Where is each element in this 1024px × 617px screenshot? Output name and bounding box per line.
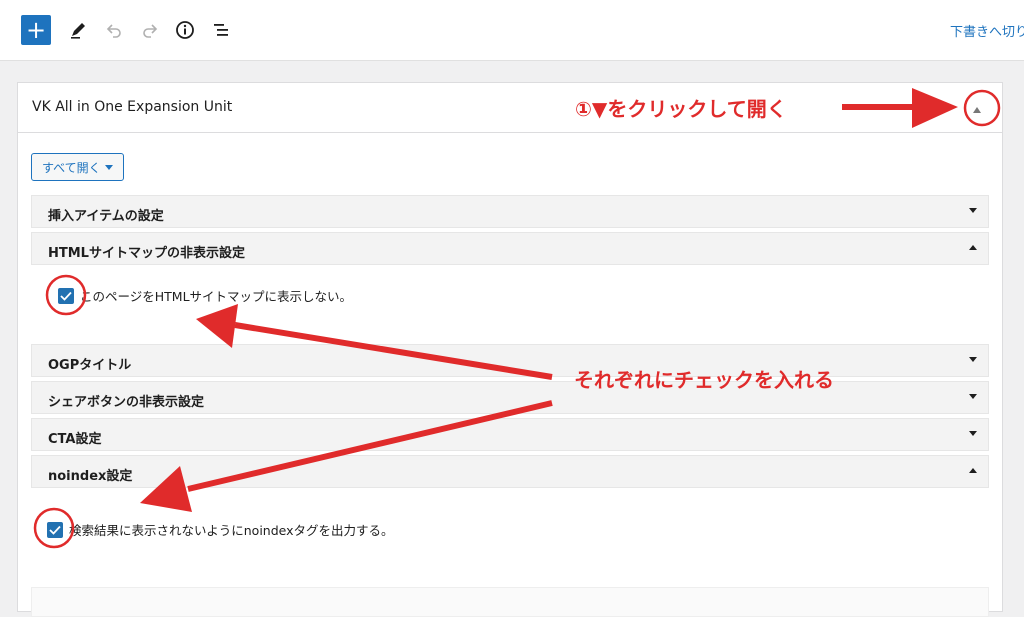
open-all-button[interactable]: すべて開く bbox=[31, 153, 124, 181]
section-label: CTA設定 bbox=[48, 432, 102, 447]
vk-expansion-metabox: VK All in One Expansion Unit すべて開く 挿入アイテ… bbox=[17, 82, 1003, 617]
pencil-icon[interactable] bbox=[64, 16, 92, 44]
section-label: noindex設定 bbox=[48, 469, 133, 484]
sitemap-hide-label[interactable]: このページをHTMLサイトマップに表示しない。 bbox=[80, 286, 352, 305]
add-block-button[interactable]: + bbox=[21, 15, 51, 45]
annotation-check-each: それぞれにチェックを入れる bbox=[574, 368, 834, 392]
section-share-buttons[interactable]: シェアボタンの非表示設定 bbox=[31, 381, 989, 414]
info-icon[interactable] bbox=[171, 16, 199, 44]
noindex-checkbox[interactable] bbox=[47, 521, 63, 538]
metabox-title: VK All in One Expansion Unit bbox=[32, 99, 233, 115]
sitemap-hide-option: このページをHTMLサイトマップに表示しない。 bbox=[58, 286, 352, 305]
switch-to-draft-link[interactable]: 下書きへ切り bbox=[950, 21, 1024, 40]
section-label: OGPタイトル bbox=[48, 358, 132, 373]
sitemap-hide-checkbox[interactable] bbox=[58, 287, 74, 304]
caret-down-icon bbox=[968, 355, 978, 365]
caret-down-icon bbox=[968, 429, 978, 439]
editor-toolbar: + 下書きへ切り bbox=[0, 0, 1024, 61]
section-noindex[interactable]: noindex設定 bbox=[31, 455, 989, 488]
section-label: シェアボタンの非表示設定 bbox=[48, 395, 205, 410]
section-insert-items[interactable]: 挿入アイテムの設定 bbox=[31, 195, 989, 228]
caret-down-icon bbox=[968, 206, 978, 216]
undo-icon[interactable] bbox=[100, 16, 128, 44]
open-all-label: すべて開く bbox=[42, 160, 101, 175]
triangle-up-icon bbox=[972, 99, 982, 118]
caret-down-icon bbox=[968, 392, 978, 402]
metabox-toggle-button[interactable] bbox=[962, 93, 992, 123]
section-label: 挿入アイテムの設定 bbox=[48, 209, 164, 224]
section-label: HTMLサイトマップの非表示設定 bbox=[48, 246, 245, 261]
metabox-header[interactable]: VK All in One Expansion Unit bbox=[18, 83, 1002, 133]
noindex-option: 検索結果に表示されないようにnoindexタグを出力する。 bbox=[47, 520, 394, 539]
redo-icon[interactable] bbox=[136, 16, 164, 44]
annotation-step1: ①▼をクリックして開く bbox=[575, 97, 787, 121]
caret-up-icon bbox=[968, 466, 978, 476]
section-html-sitemap[interactable]: HTMLサイトマップの非表示設定 bbox=[31, 232, 989, 265]
section-cta[interactable]: CTA設定 bbox=[31, 418, 989, 451]
list-view-icon[interactable] bbox=[207, 16, 235, 44]
caret-up-icon bbox=[968, 243, 978, 253]
section-ogp-title[interactable]: OGPタイトル bbox=[31, 344, 989, 377]
next-section-partial[interactable] bbox=[31, 587, 989, 617]
caret-down-icon bbox=[104, 160, 113, 174]
noindex-label[interactable]: 検索結果に表示されないようにnoindexタグを出力する。 bbox=[69, 520, 394, 539]
